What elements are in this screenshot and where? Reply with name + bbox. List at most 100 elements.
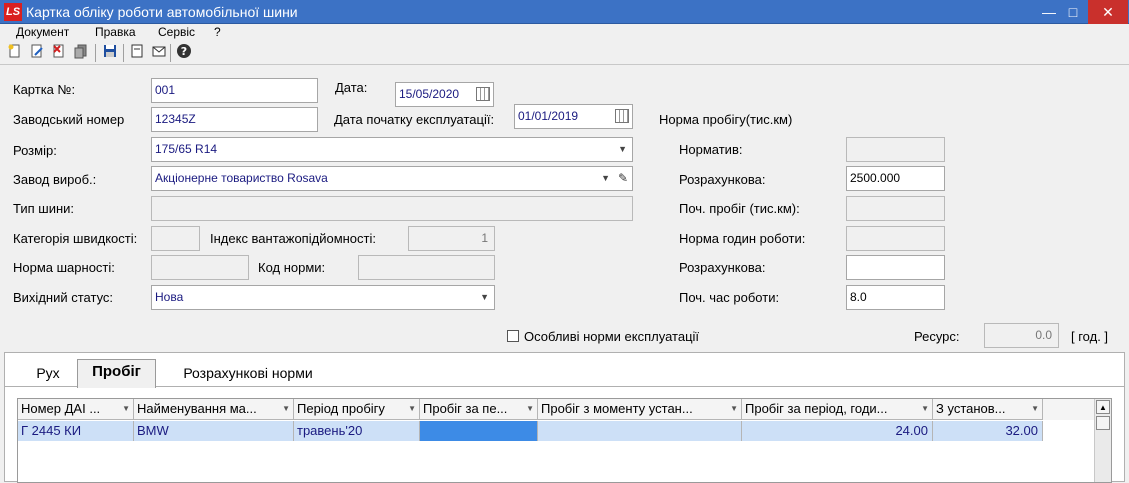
cell-hours-period[interactable]: 24.00	[742, 421, 933, 441]
calc2-label: Розрахункова:	[679, 260, 766, 275]
new-doc-icon[interactable]	[5, 43, 25, 63]
start-mileage-input	[846, 196, 945, 221]
norms-heading: Норма пробігу(тис.км)	[659, 112, 793, 127]
normative-input	[846, 137, 945, 162]
maker-value: Акціонерне товариство Rosava	[155, 171, 328, 185]
close-button[interactable]: ✕	[1088, 0, 1128, 24]
menu-edit[interactable]: Правка	[95, 24, 136, 40]
table-row[interactable]: Г 2445 КИ BMW травень'20 24.00 32.00	[18, 421, 1043, 441]
col-header-since-install[interactable]: З установ... ▼	[933, 399, 1043, 420]
chevron-down-icon[interactable]: ▼	[601, 167, 610, 190]
menu-service[interactable]: Сервіс	[158, 24, 195, 40]
date-label: Дата:	[335, 80, 368, 95]
svg-text:?: ?	[181, 45, 187, 58]
speed-cat-label: Категорія швидкості:	[13, 231, 138, 246]
col-header-mileage-period[interactable]: Пробіг за пе... ▼	[420, 399, 538, 420]
cell-name[interactable]: BMW	[134, 421, 294, 441]
resource-label: Ресурс:	[914, 329, 960, 344]
sort-icon: ▼	[921, 404, 929, 413]
menu-bar: Документ Правка Сервіс ?	[0, 24, 1129, 41]
norm-code-label: Код норми:	[258, 260, 326, 275]
tire-type-input	[151, 196, 633, 221]
start-date-input[interactable]: 01/01/2019	[514, 104, 633, 129]
help-icon[interactable]: ?	[174, 43, 194, 63]
start-hours-input[interactable]: 8.0	[846, 285, 945, 310]
menu-document[interactable]: Документ	[16, 24, 69, 40]
calendar-icon[interactable]	[615, 109, 629, 123]
date-input[interactable]: 15/05/2020	[395, 82, 494, 107]
chevron-down-icon[interactable]: ▼	[618, 138, 627, 161]
col-header-mileage-since[interactable]: Пробіг з моменту устан... ▼	[538, 399, 742, 420]
start-mileage-label: Поч. пробіг (тис.км):	[679, 201, 800, 216]
save-icon[interactable]	[100, 43, 120, 63]
serial-label: Заводський номер	[13, 112, 125, 127]
cell-plate[interactable]: Г 2445 КИ	[18, 421, 134, 441]
special-norms-checkbox[interactable]	[507, 330, 519, 342]
title-bar: LS Картка обліку роботи автомобільної ши…	[0, 0, 1129, 24]
sort-icon: ▼	[122, 404, 130, 413]
maker-label: Завод вироб.:	[13, 172, 97, 187]
sort-icon: ▼	[730, 404, 738, 413]
hours-norm-label: Норма годин роботи:	[679, 231, 806, 246]
col-header-plate[interactable]: Номер ДАІ ... ▼	[18, 399, 134, 420]
tire-type-label: Тип шини:	[13, 201, 75, 216]
cell-mileage-period[interactable]	[420, 421, 538, 441]
copy-doc-icon[interactable]	[71, 43, 91, 63]
toolbar-separator	[123, 44, 124, 62]
sort-icon: ▼	[1031, 404, 1039, 413]
toolbar-separator	[170, 44, 171, 62]
mail-icon[interactable]	[149, 43, 169, 63]
tread-norm-input	[151, 255, 249, 280]
tab-strip: Рух Пробіг Розрахункові норми	[5, 353, 1124, 388]
start-hours-label: Поч. час роботи:	[679, 290, 780, 305]
vertical-scrollbar[interactable]: ▲	[1094, 399, 1111, 482]
edit-doc-icon[interactable]	[27, 43, 47, 63]
calc-input[interactable]: 2500.000	[846, 166, 945, 191]
cell-since-install[interactable]: 32.00	[933, 421, 1043, 441]
maximize-button[interactable]: □	[1059, 0, 1087, 24]
sort-icon: ▼	[526, 404, 534, 413]
tab-mileage[interactable]: Пробіг	[77, 359, 156, 388]
card-no-input[interactable]: 001	[151, 78, 318, 103]
tread-norm-label: Норма шарності:	[13, 260, 115, 275]
delete-doc-icon[interactable]	[49, 43, 69, 63]
cell-mileage-since[interactable]	[538, 421, 742, 441]
start-date-label: Дата початку експлуатації:	[334, 112, 495, 127]
size-label: Розмір:	[13, 143, 57, 158]
speed-cat-input	[151, 226, 200, 251]
status-select[interactable]: Нова ▼	[151, 285, 495, 310]
print-icon[interactable]	[127, 43, 147, 63]
chevron-down-icon[interactable]: ▼	[480, 286, 489, 309]
load-index-label: Індекс вантажопідйомності:	[210, 231, 376, 246]
menu-help[interactable]: ?	[214, 24, 221, 40]
col-header-period[interactable]: Період пробігу ▼	[294, 399, 420, 420]
maker-select[interactable]: Акціонерне товариство Rosava ▼ ✎	[151, 166, 633, 191]
start-date-value: 01/01/2019	[518, 109, 579, 123]
tab-movement[interactable]: Рух	[23, 361, 73, 387]
resource-input: 0.0	[984, 323, 1059, 348]
norm-code-input	[358, 255, 495, 280]
status-label: Вихідний статус:	[13, 290, 114, 305]
calc-label: Розрахункова:	[679, 172, 766, 187]
window-title: Картка обліку роботи автомобільної шини	[26, 4, 298, 20]
serial-input[interactable]: 12345Z	[151, 107, 318, 132]
status-value: Нова	[155, 290, 184, 304]
pencil-icon[interactable]: ✎	[618, 167, 628, 190]
hours-norm-input	[846, 226, 945, 251]
col-header-name[interactable]: Найменування ма... ▼	[134, 399, 294, 420]
cell-period[interactable]: травень'20	[294, 421, 420, 441]
mileage-grid: Номер ДАІ ... ▼ Найменування ма... ▼ Періо…	[17, 398, 1112, 483]
calc2-input[interactable]	[846, 255, 945, 280]
scroll-up-icon[interactable]: ▲	[1096, 400, 1110, 414]
toolbar: ?	[0, 41, 1129, 65]
date-value: 15/05/2020	[399, 87, 460, 101]
sort-icon: ▼	[408, 404, 416, 413]
calendar-icon[interactable]	[476, 87, 490, 101]
toolbar-separator	[95, 44, 96, 62]
col-header-hours-period[interactable]: Пробіг за період, годи... ▼	[742, 399, 933, 420]
grid-header: Номер ДАІ ... ▼ Найменування ма... ▼ Періо…	[18, 399, 1095, 420]
tab-calc-norms[interactable]: Розрахункові норми	[173, 361, 323, 387]
size-select[interactable]: 175/65 R14 ▼	[151, 137, 633, 162]
normative-label: Норматив:	[679, 142, 743, 157]
scroll-thumb[interactable]	[1096, 416, 1110, 430]
